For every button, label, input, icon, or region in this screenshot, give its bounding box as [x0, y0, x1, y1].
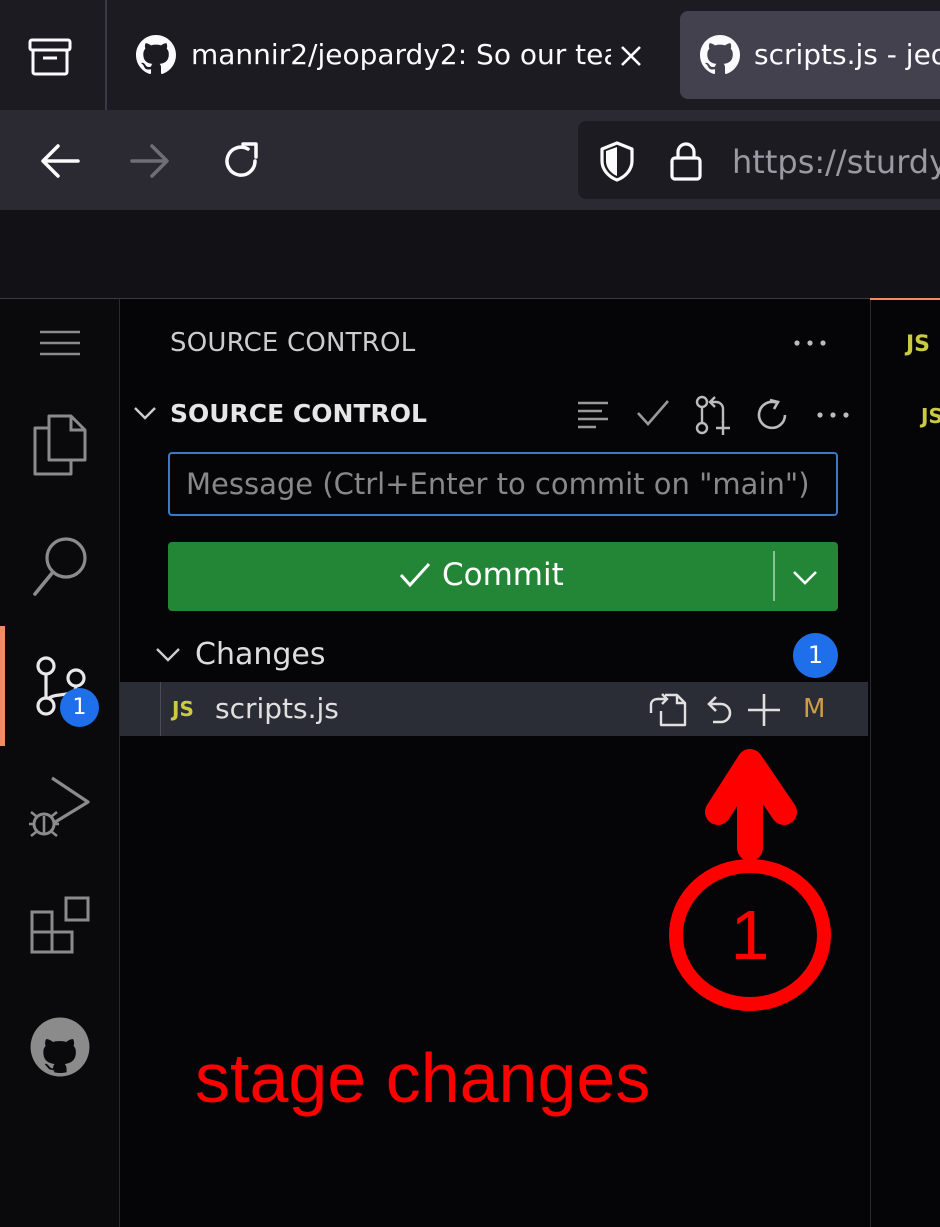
- changes-count-badge: 1: [793, 633, 838, 678]
- reload-icon[interactable]: [221, 141, 261, 181]
- browser-tab-2-active[interactable]: scripts.js - jeopardy2: [680, 11, 940, 99]
- create-pull-request-icon[interactable]: [693, 395, 735, 435]
- panel-title: SOURCE CONTROL: [170, 328, 416, 358]
- view-as-tree-icon[interactable]: [577, 400, 609, 430]
- active-view-indicator: [0, 626, 5, 746]
- commit-label: Commit: [442, 557, 564, 593]
- editor-tab-accent: [870, 298, 940, 300]
- close-tab-icon[interactable]: [620, 45, 642, 67]
- lock-icon[interactable]: [668, 140, 704, 182]
- changes-chevron-icon[interactable]: [155, 647, 181, 662]
- github-icon[interactable]: [29, 1016, 91, 1078]
- tab-separator: [105, 0, 107, 110]
- tab-title: mannir2/jeopardy2: So our team: [191, 38, 611, 71]
- source-control-badge: 1: [60, 688, 99, 727]
- github-favicon-icon: [700, 35, 740, 75]
- more-actions-icon[interactable]: [794, 340, 826, 346]
- tree-indent-guide: [160, 682, 161, 736]
- explorer-icon[interactable]: [33, 414, 87, 476]
- breadcrumb-js-icon[interactable]: JS: [921, 404, 940, 428]
- file-name: scripts.js: [215, 692, 339, 725]
- editor-tab-js-icon[interactable]: JS: [906, 332, 930, 357]
- editor-area: [870, 298, 940, 1227]
- chevron-down-icon[interactable]: [133, 406, 157, 420]
- js-file-icon: JS: [172, 697, 194, 721]
- menu-icon[interactable]: [40, 330, 80, 356]
- commit-checkmark-icon[interactable]: [636, 398, 670, 428]
- extensions-icon[interactable]: [30, 894, 92, 956]
- forward-arrow-icon[interactable]: [130, 143, 170, 179]
- commit-button[interactable]: Commit: [168, 542, 838, 611]
- url-text[interactable]: https://sturdy: [732, 143, 940, 181]
- annotation-text: stage changes: [195, 1039, 651, 1117]
- tab-overview-icon[interactable]: [28, 38, 72, 76]
- back-arrow-icon[interactable]: [40, 143, 80, 179]
- stage-changes-plus-icon[interactable]: [747, 693, 781, 727]
- section-title[interactable]: SOURCE CONTROL: [170, 399, 427, 428]
- shield-icon[interactable]: [598, 140, 636, 182]
- browser-tab-1[interactable]: mannir2/jeopardy2: So our team: [120, 11, 660, 99]
- open-file-icon[interactable]: [647, 691, 687, 727]
- annotation-step-number: 1: [730, 896, 770, 974]
- more-actions-icon[interactable]: [817, 412, 849, 418]
- modified-status: M: [803, 694, 826, 724]
- github-favicon-icon: [136, 35, 176, 75]
- commit-message-input[interactable]: [168, 452, 838, 516]
- tab-title: scripts.js - jeopardy2: [754, 38, 940, 71]
- toolbar-spacer: [0, 210, 940, 298]
- checkmark-icon: [399, 561, 431, 589]
- button-divider: [773, 551, 775, 601]
- refresh-icon[interactable]: [756, 398, 790, 432]
- search-icon[interactable]: [32, 536, 90, 598]
- changes-label[interactable]: Changes: [195, 637, 326, 672]
- commit-dropdown-icon[interactable]: [792, 570, 818, 585]
- discard-changes-icon[interactable]: [703, 692, 733, 726]
- run-debug-icon[interactable]: [28, 774, 92, 838]
- changed-file-row[interactable]: JS scripts.js M: [120, 682, 868, 736]
